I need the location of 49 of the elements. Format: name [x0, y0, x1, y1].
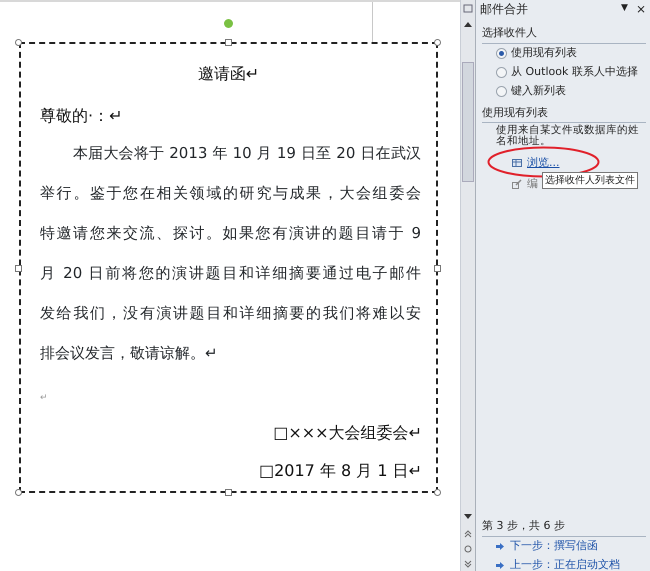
section-heading: 选择收件人: [482, 26, 537, 39]
salutation-text: 尊敬的·：↵: [40, 106, 122, 125]
letter-text-line: 举行。鉴于您在相关领域的研究与成果，大会组委会: [40, 183, 421, 203]
option-label: 键入新列表: [511, 82, 566, 99]
letter-text-line: 本届大会将于 2013 年 10 月 19 日至 20 日在武汉: [73, 143, 421, 163]
radio-button[interactable]: [496, 48, 507, 58]
option-label: 从 Outlook 联系人中选择: [511, 64, 638, 80]
resize-handle[interactable]: [225, 489, 232, 496]
description-text: 使用来自某文件或数据库的姓名和地址。: [496, 125, 640, 147]
table-icon: [512, 159, 522, 167]
resize-handle[interactable]: [434, 265, 441, 272]
next-page-icon[interactable]: [464, 560, 472, 568]
browse-object-icon[interactable]: [464, 545, 472, 553]
pane-title: 邮件合并: [480, 0, 528, 18]
date-text: □2017 年 8 月 1 日↵: [258, 461, 422, 480]
tooltip: 选择收件人列表文件: [542, 172, 638, 189]
edit-icon: [512, 179, 522, 189]
edit-link[interactable]: 编: [527, 176, 538, 192]
option-label: 使用现有列表: [511, 44, 577, 61]
resize-handle[interactable]: [434, 39, 441, 46]
close-button[interactable]: ×: [636, 0, 646, 18]
pane-icon: [463, 3, 473, 13]
resize-handle[interactable]: [434, 489, 441, 496]
radio-button[interactable]: [496, 86, 507, 96]
letter-text-line: 发给我们，没有演讲题目和详细摘要的我们将难以安: [40, 303, 421, 323]
letter-text-line: 排会议发言，敬请谅解。↵: [40, 343, 219, 363]
scroll-up-icon[interactable]: [464, 21, 472, 27]
scroll-thumb[interactable]: [462, 62, 474, 182]
pane-menu-button[interactable]: ▼: [621, 2, 628, 16]
arrow-icon: [496, 562, 504, 568]
resize-handle[interactable]: [15, 39, 22, 46]
paragraph-mark: ↵: [40, 393, 48, 403]
section-heading: 使用现有列表: [482, 106, 548, 118]
step-text: 第 3 步，共 6 步: [482, 519, 565, 532]
resize-handle[interactable]: [15, 265, 22, 272]
rotation-handle[interactable]: [224, 19, 233, 28]
resize-handle[interactable]: [15, 489, 22, 496]
letter-text-line: 月 20 日前将您的演讲题目和详细摘要通过电子邮件: [40, 263, 421, 283]
browse-link[interactable]: 浏览...: [527, 154, 560, 172]
arrow-icon: [496, 542, 504, 550]
scroll-down-icon[interactable]: [464, 514, 472, 520]
signature-text: □×××大会组委会↵: [273, 423, 422, 442]
letter-text-line: 特邀请您来交流、探讨。如果您有演讲的题目请于 9: [40, 223, 421, 243]
next-step-link[interactable]: 下一步：撰写信函: [510, 538, 598, 554]
resize-handle[interactable]: [225, 39, 232, 46]
letter-title: 邀请函↵: [198, 64, 260, 83]
previous-step-link[interactable]: 上一步：正在启动文档: [510, 556, 620, 571]
previous-page-icon[interactable]: [464, 530, 472, 538]
radio-button[interactable]: [496, 66, 507, 78]
